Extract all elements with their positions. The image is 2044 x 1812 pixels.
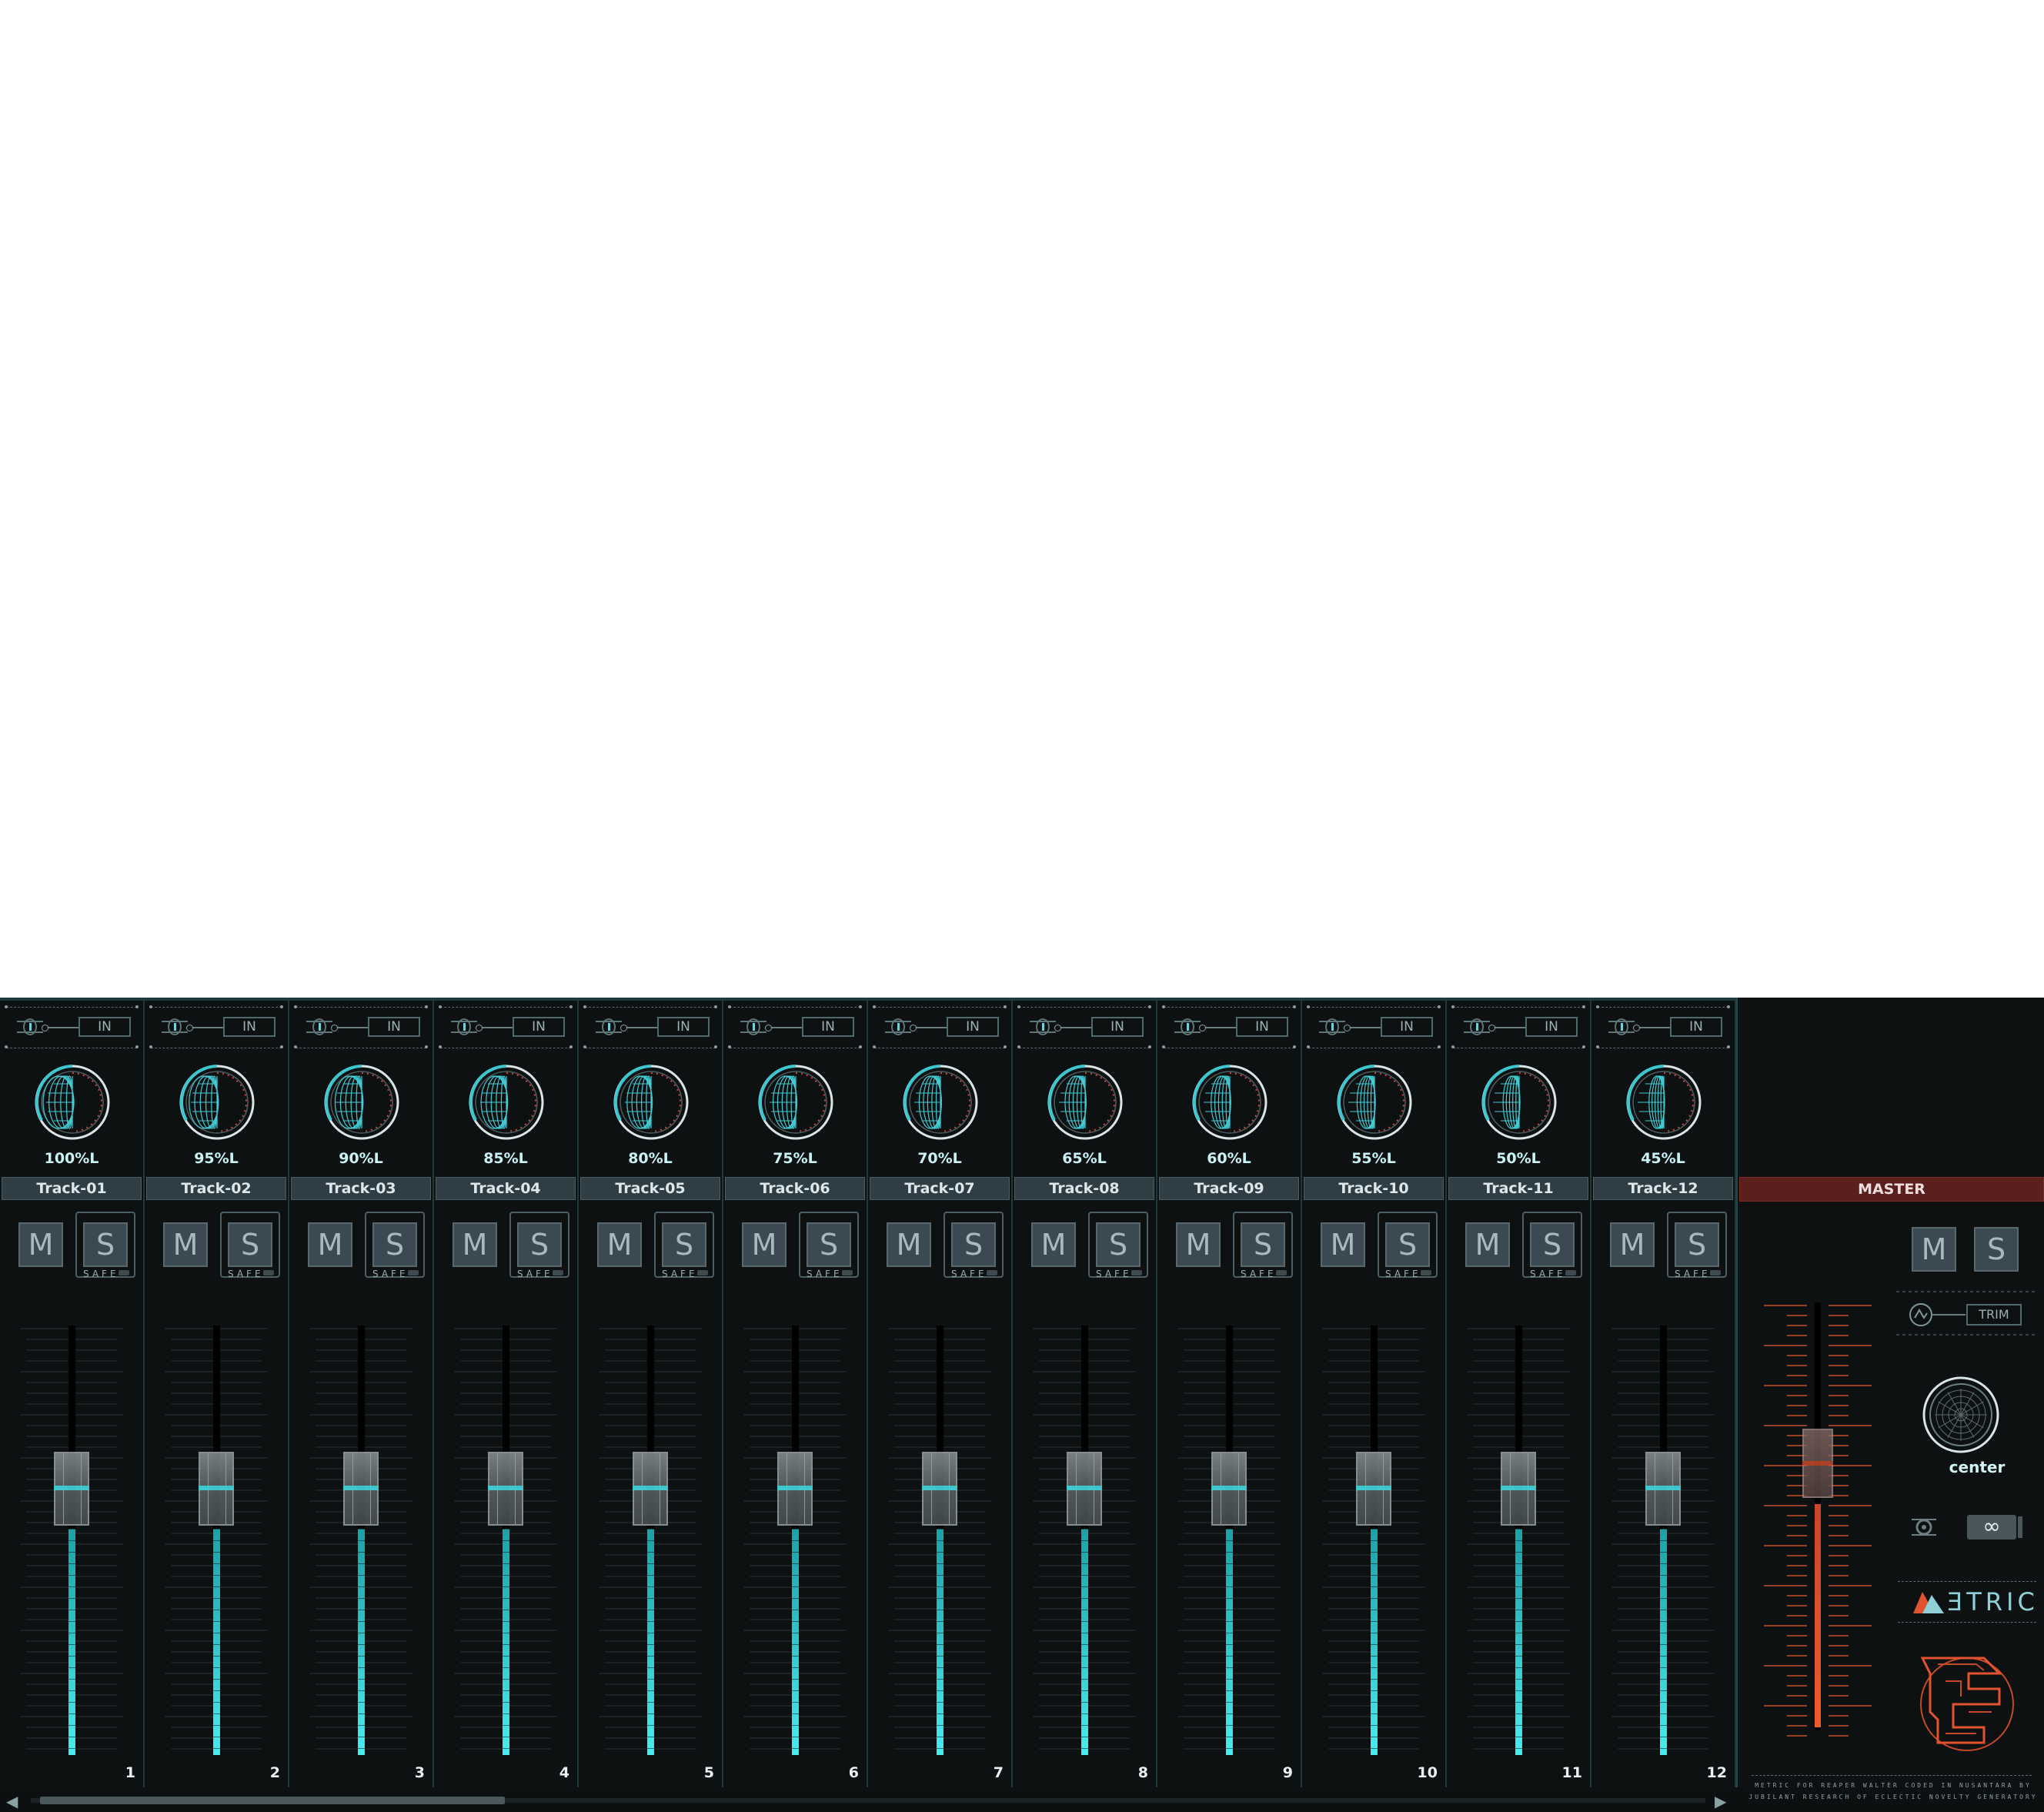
fader-handle[interactable] xyxy=(199,1452,234,1526)
credits-line-2: JUBILANT RESEARCH OF ECLECTIC NOVELTY GE… xyxy=(1748,1794,2038,1800)
track-strip: IN 75%L Track-06 M S SAFE 6 xyxy=(723,998,868,1787)
track-number: 1 xyxy=(125,1764,135,1781)
track-strip: IN 85%L Track-04 M S SAFE 4 xyxy=(434,998,579,1787)
master-solo-button[interactable]: S xyxy=(1974,1227,2019,1272)
mixer-panel: IN 100%L Track-01 M S SAFE 1 IN 95%L Tra… xyxy=(0,998,2044,1812)
track-number: 2 xyxy=(269,1764,280,1781)
fader-handle[interactable] xyxy=(54,1452,89,1526)
fader-handle[interactable] xyxy=(488,1452,523,1526)
master-pan-value: center xyxy=(1949,1458,2006,1476)
track-number: 6 xyxy=(848,1764,859,1781)
jubilant-emblem xyxy=(1920,1657,2014,1751)
fader-handle[interactable] xyxy=(922,1452,957,1526)
master-mute-button[interactable]: M xyxy=(1912,1227,1956,1272)
scroll-thumb[interactable] xyxy=(40,1797,505,1804)
track-strip: IN 80%L Track-05 M S SAFE 5 xyxy=(579,998,723,1787)
track-number: 4 xyxy=(559,1764,569,1781)
master-name-label[interactable]: MASTER xyxy=(1739,1177,2044,1202)
track-strip: IN 45%L Track-12 M S SAFE 12 xyxy=(1591,998,1736,1787)
track-strip: IN 70%L Track-07 M S SAFE 7 xyxy=(868,998,1013,1787)
track-strip: IN 65%L Track-08 M S SAFE 8 xyxy=(1013,998,1157,1787)
fader-handle[interactable] xyxy=(1211,1452,1247,1526)
fader-handle[interactable] xyxy=(1501,1452,1536,1526)
track-strip: IN 55%L Track-10 M S SAFE 10 xyxy=(1302,998,1447,1787)
credits-text: METRIC FOR REAPER WALTER CODED IN NUSANT… xyxy=(1745,1780,2041,1803)
master-fader-scale xyxy=(1764,1305,1872,1737)
fader-handle[interactable] xyxy=(1645,1452,1681,1526)
master-pan-knob[interactable] xyxy=(1921,1375,2001,1455)
fader-handle[interactable] xyxy=(633,1452,668,1526)
track-number: 9 xyxy=(1282,1764,1293,1781)
track-number: 3 xyxy=(414,1764,425,1781)
credits-line-1: METRIC FOR REAPER WALTER CODED IN NUSANT… xyxy=(1755,1782,2032,1789)
master-meter xyxy=(1815,1504,1821,1727)
trim-button[interactable]: TRIM xyxy=(1966,1304,2022,1326)
trim-icon xyxy=(1909,1303,1932,1326)
track-number: 5 xyxy=(703,1764,714,1781)
track-strip: IN 100%L Track-01 M S SAFE 1 xyxy=(0,998,145,1787)
metric-logo-mark xyxy=(1913,1592,1944,1613)
master-fader-handle[interactable] xyxy=(1802,1429,1833,1498)
fader-handle[interactable] xyxy=(1067,1452,1102,1526)
gear-icon[interactable] xyxy=(1909,1512,1939,1543)
infinity-icon[interactable]: ∞ xyxy=(1967,1515,2022,1540)
fader-handle[interactable] xyxy=(777,1452,813,1526)
track-number: 7 xyxy=(993,1764,1004,1781)
horizontal-scrollbar[interactable]: ◀ ▶ xyxy=(0,1787,1736,1812)
scroll-right-arrow-icon[interactable]: ▶ xyxy=(1715,1792,1726,1810)
scroll-left-arrow-icon[interactable]: ◀ xyxy=(6,1792,18,1810)
track-strip: IN 90%L Track-03 M S SAFE 3 xyxy=(289,998,434,1787)
track-strip: IN 95%L Track-02 M S SAFE 2 xyxy=(145,998,289,1787)
track-number: 11 xyxy=(1561,1764,1582,1781)
track-number: 10 xyxy=(1417,1764,1438,1781)
track-number: 8 xyxy=(1137,1764,1148,1781)
fader-handle[interactable] xyxy=(343,1452,379,1526)
metric-logo: ƎTRIC xyxy=(1947,1587,2039,1616)
fader-handle[interactable] xyxy=(1356,1452,1391,1526)
track-strip: IN 50%L Track-11 M S SAFE 11 xyxy=(1447,998,1591,1787)
track-number: 12 xyxy=(1706,1764,1727,1781)
track-strip: IN 60%L Track-09 M S SAFE 9 xyxy=(1157,998,1302,1787)
master-strip: MASTER M S TRIM center ∞ ƎTRIC METRIC FO… xyxy=(1736,998,2044,1800)
